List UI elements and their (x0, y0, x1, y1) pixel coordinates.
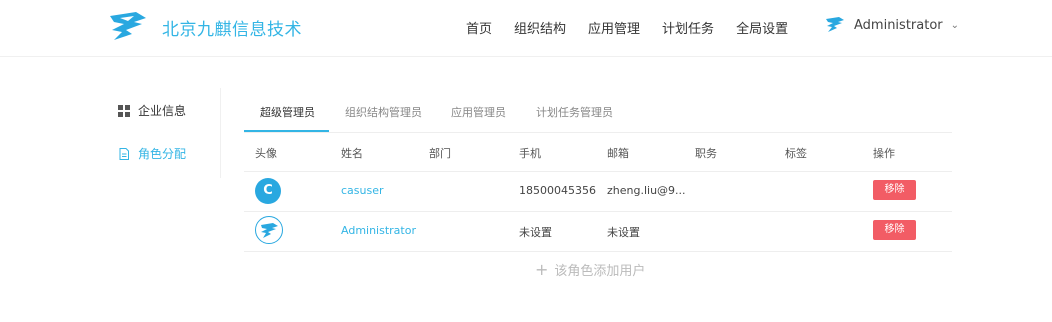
sidebar-item-label: 角色分配 (138, 147, 187, 161)
remove-button[interactable]: 移除 (873, 220, 916, 240)
tab-app-admin[interactable]: 应用管理员 (451, 104, 506, 120)
role-tabs: 超级管理员 组织结构管理员 应用管理员 计划任务管理员 (244, 90, 952, 133)
logo-icon (261, 223, 278, 238)
tab-org-admin[interactable]: 组织结构管理员 (345, 104, 422, 120)
table-row: C casuser 18500045356 zheng.liu@9... 移除 (244, 171, 952, 212)
nav-scheduled-tasks[interactable]: 计划任务 (662, 18, 714, 37)
nav-org-structure[interactable]: 组织结构 (514, 18, 566, 37)
col-name: 姓名 (341, 147, 363, 160)
email-cell: 未设置 (607, 226, 640, 239)
col-tag: 标签 (785, 147, 807, 160)
avatar (255, 216, 283, 244)
top-bar: 北京九麒信息技术 首页 组织结构 应用管理 计划任务 全局设置 Administ… (0, 0, 1052, 57)
user-menu[interactable]: Administrator ⌄ (824, 16, 959, 34)
sidebar-item-label: 企业信息 (138, 104, 187, 118)
col-action: 操作 (873, 147, 895, 160)
tab-task-admin[interactable]: 计划任务管理员 (536, 104, 613, 120)
nav-home[interactable]: 首页 (466, 18, 492, 37)
brand-title: 北京九麒信息技术 (162, 20, 302, 40)
col-dept: 部门 (429, 147, 451, 160)
add-user-label: 该角色添加用户 (554, 264, 646, 279)
main-nav: 首页 组织结构 应用管理 计划任务 全局设置 (466, 18, 788, 37)
tab-super-admin[interactable]: 超级管理员 (260, 104, 315, 120)
sidebar-item-role-assignment[interactable]: 角色分配 (118, 145, 186, 162)
document-icon (119, 147, 129, 160)
add-user-button[interactable]: + 该角色添加用户 (535, 260, 645, 279)
grid-icon (118, 104, 130, 117)
table-row: Administrator 未设置 未设置 移除 (244, 211, 952, 252)
user-logo-icon (826, 17, 844, 32)
user-name-link[interactable]: casuser (341, 184, 384, 197)
col-avatar: 头像 (255, 147, 277, 160)
chevron-down-icon: ⌄ (950, 19, 960, 31)
col-job: 职务 (695, 147, 717, 160)
table-header: 头像 姓名 部门 手机 邮箱 职务 标签 操作 (244, 145, 952, 172)
user-name: Administrator (854, 17, 943, 33)
col-email: 邮箱 (607, 147, 629, 160)
sidebar-item-company-info[interactable]: 企业信息 (118, 102, 186, 119)
active-tab-indicator (244, 130, 329, 132)
nav-global-settings[interactable]: 全局设置 (736, 18, 788, 37)
phone-cell: 18500045356 (519, 184, 596, 197)
plus-icon: + (535, 259, 549, 279)
email-cell: zheng.liu@9... (607, 184, 686, 197)
col-phone: 手机 (519, 147, 541, 160)
phone-cell: 未设置 (519, 226, 552, 239)
sidebar: 企业信息 角色分配 (106, 88, 221, 178)
logo-icon[interactable] (106, 10, 150, 44)
avatar: C (255, 178, 281, 204)
user-name-link[interactable]: Administrator (341, 224, 416, 237)
remove-button[interactable]: 移除 (873, 180, 916, 200)
nav-app-management[interactable]: 应用管理 (588, 18, 640, 37)
